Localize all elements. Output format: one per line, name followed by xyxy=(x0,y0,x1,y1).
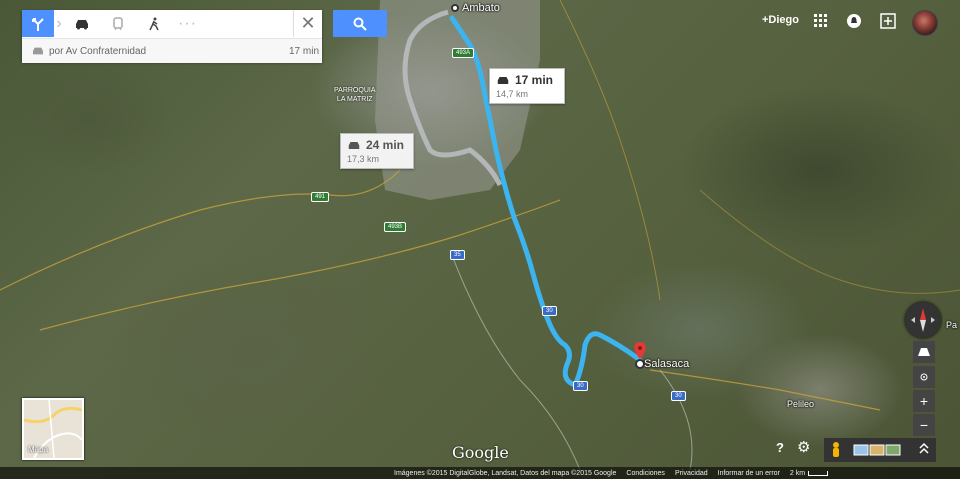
chevron-right-icon: › xyxy=(56,14,62,32)
parish-label: PARROQUIA LA MATRIZ xyxy=(334,87,376,103)
walking-icon xyxy=(149,17,159,30)
google-logo: Google xyxy=(452,443,509,462)
my-location-button[interactable] xyxy=(913,366,935,388)
help-icon[interactable]: ? xyxy=(776,440,784,455)
walking-mode-button[interactable] xyxy=(136,10,172,37)
town-label-pelileo: Pelileo xyxy=(787,399,815,409)
zoom-in-button[interactable]: + xyxy=(913,390,935,412)
terms-link[interactable]: Condiciones xyxy=(626,470,665,477)
origin-pin-icon xyxy=(451,4,459,12)
route-time: 24 min xyxy=(366,138,405,152)
driving-mode-button[interactable] xyxy=(64,10,100,37)
compass-icon xyxy=(911,308,935,332)
scale-bar xyxy=(808,470,829,476)
directions-icon xyxy=(32,17,44,31)
road-shield: 491 xyxy=(311,192,330,202)
imagery-strip xyxy=(833,442,929,457)
plus-user-link[interactable]: +Diego xyxy=(762,14,799,26)
route-time-text: 17 min xyxy=(288,45,319,57)
route-time: 17 min xyxy=(515,73,554,87)
alternate-route-box[interactable]: 24 min 17,3 km xyxy=(340,133,414,169)
town-label-edge: Pa xyxy=(946,320,958,330)
route-distance: 14,7 km xyxy=(496,89,529,99)
close-icon[interactable]: ✕ xyxy=(293,10,322,37)
notifications-icon[interactable] xyxy=(843,10,865,32)
transit-mode-button[interactable] xyxy=(100,10,136,37)
car-icon xyxy=(76,19,88,29)
road-shield: 35 xyxy=(450,250,465,260)
map-footer: Imágenes ©2015 DigitalGlobe, Landsat, Da… xyxy=(0,467,960,479)
location-icon xyxy=(920,373,928,381)
compass-control[interactable] xyxy=(905,302,941,338)
satellite-map[interactable] xyxy=(0,0,960,479)
route-summary[interactable]: por Av Confraternidad 17 min xyxy=(22,38,322,63)
tilt-control[interactable] xyxy=(913,341,935,363)
tilt-icon xyxy=(918,348,930,356)
car-icon xyxy=(33,47,43,55)
apps-icon[interactable] xyxy=(810,10,832,32)
road-shield: 493A xyxy=(452,48,475,58)
car-icon xyxy=(348,141,360,149)
report-error-link[interactable]: Informar de un error xyxy=(718,470,780,477)
more-options-icon[interactable]: ··· xyxy=(178,15,197,33)
destination-label[interactable]: Salasaca xyxy=(644,358,689,370)
expand-up-icon xyxy=(919,442,929,454)
origin-label[interactable]: Ambato xyxy=(451,2,500,14)
privacy-link[interactable]: Privacidad xyxy=(675,470,708,477)
travel-modes: › ··· ✕ xyxy=(22,10,322,37)
avatar[interactable] xyxy=(912,10,938,36)
road-shield: 30 xyxy=(573,381,588,391)
map-overlay xyxy=(0,0,960,471)
map-type-label: Mapa xyxy=(28,445,49,454)
scale-label: 2 km xyxy=(789,469,806,477)
route-distance: 17,3 km xyxy=(347,154,380,164)
primary-route-box[interactable]: 17 min 14,7 km xyxy=(489,68,565,104)
search-button[interactable] xyxy=(333,10,387,37)
map-type-thumbnail[interactable]: Mapa xyxy=(22,398,84,460)
directions-panel: › ··· ✕ por Av Confraternidad 17 min xyxy=(22,10,322,63)
imagery-tools xyxy=(824,438,936,462)
car-icon xyxy=(497,76,509,84)
road-shield: 30 xyxy=(671,391,686,401)
pegman-icon xyxy=(833,442,839,448)
route-via-text: por Av Confraternidad xyxy=(49,45,147,57)
zoom-out-button[interactable]: − xyxy=(913,414,935,436)
road-shield: 30 xyxy=(542,306,557,316)
directions-mode-button[interactable] xyxy=(22,10,54,37)
imagery-credit: Imágenes ©2015 DigitalGlobe, Landsat, Da… xyxy=(394,469,617,477)
share-plus-icon[interactable] xyxy=(877,10,899,32)
road-shield: 493B xyxy=(384,222,407,232)
train-icon xyxy=(113,16,123,30)
search-icon xyxy=(353,17,367,31)
settings-gear-icon[interactable]: ⚙ xyxy=(797,438,810,456)
